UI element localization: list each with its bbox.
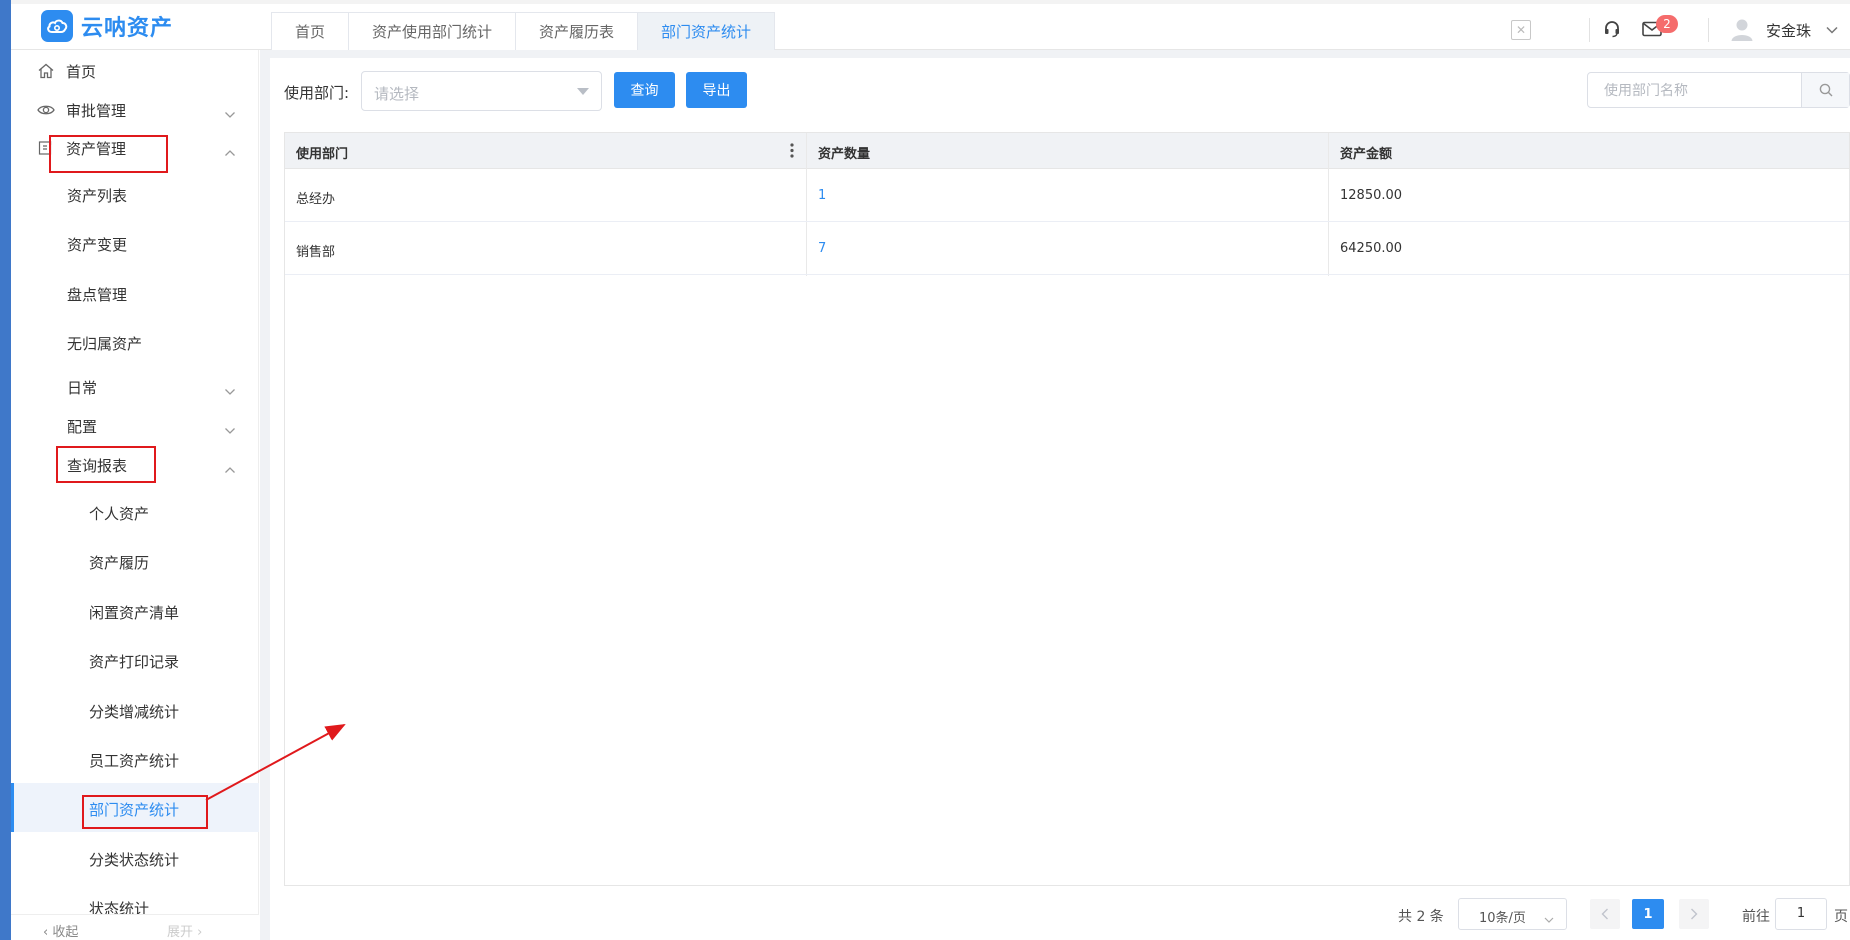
goto-label: 前往 — [1742, 909, 1770, 925]
cell-dept: 总经办 — [296, 192, 336, 207]
app-window: 云呐资产 首页 资产使用部门统计 资产履历表 部门资产统计 ✕ 2 安金珠 首页 — [0, 0, 1850, 940]
dept-filter-label: 使用部门: — [284, 84, 350, 102]
close-icon[interactable]: ✕ — [1511, 20, 1531, 40]
app-logo[interactable]: 云呐资产 — [41, 10, 173, 42]
export-button[interactable]: 导出 — [686, 72, 747, 108]
table-row: 销售部 7 64250.00 — [285, 222, 1849, 275]
chevron-down-icon — [1544, 911, 1554, 923]
expand-button[interactable]: 展开 › — [135, 915, 259, 940]
sidebar-item-print-records[interactable]: 资产打印记录 — [11, 643, 259, 679]
sidebar-item-category-change-stats[interactable]: 分类增减统计 — [11, 693, 259, 729]
sidebar-item-config[interactable]: 配置 — [11, 408, 259, 444]
eye-icon — [37, 101, 55, 119]
prev-page-button[interactable] — [1590, 899, 1620, 929]
table-header: 使用部门 资产数量 资产金额 — [285, 133, 1849, 169]
sidebar-item-asset-list[interactable]: 资产列表 — [11, 177, 259, 213]
query-button[interactable]: 查询 — [614, 72, 675, 108]
sidebar-item-personal-assets[interactable]: 个人资产 — [11, 495, 259, 531]
sidebar-item-asset-history[interactable]: 资产履历 — [11, 544, 259, 580]
sidebar-item-reports[interactable]: 查询报表 — [11, 447, 259, 483]
page-number-current[interactable]: 1 — [1632, 899, 1664, 929]
dept-search-input[interactable] — [1588, 73, 1802, 107]
tab-bar: 首页 资产使用部门统计 资产履历表 部门资产统计 — [271, 12, 776, 50]
tab-dept-asset-stats[interactable]: 部门资产统计 — [637, 12, 776, 50]
chevron-down-icon — [224, 382, 236, 395]
cell-asset-amount: 12850.00 — [1340, 188, 1403, 203]
home-icon — [37, 62, 55, 80]
page-size-select[interactable]: 10条/页 — [1458, 898, 1567, 930]
user-avatar-icon[interactable] — [1729, 16, 1755, 42]
sidebar-item-employee-asset-stats[interactable]: 员工资产统计 — [11, 742, 259, 778]
dept-search-box — [1587, 72, 1850, 108]
column-header-dept[interactable]: 使用部门 — [285, 133, 806, 169]
cell-dept: 销售部 — [296, 245, 336, 260]
cell-asset-amount: 64250.00 — [1340, 241, 1403, 256]
sidebar: 首页 审批管理 资产管理 资产列表 资产变更 盘点管理 无归属资产 日常 配置 … — [11, 50, 259, 940]
chevron-up-icon — [224, 143, 236, 156]
dept-select-placeholder: 请选择 — [374, 85, 420, 103]
collapse-button[interactable]: ‹ 收起 — [11, 915, 135, 940]
sidebar-item-approval[interactable]: 审批管理 — [11, 92, 259, 128]
chevron-down-icon — [224, 105, 236, 118]
top-header: 云呐资产 首页 资产使用部门统计 资产履历表 部门资产统计 ✕ 2 安金珠 — [11, 0, 1850, 50]
column-menu-icon[interactable] — [790, 142, 794, 159]
goto-page-suffix: 页 — [1834, 909, 1848, 925]
goto-page-input[interactable]: 1 — [1775, 898, 1827, 930]
headset-icon[interactable] — [1601, 18, 1623, 40]
cell-asset-count-link[interactable]: 1 — [807, 169, 826, 222]
sidebar-item-idle-assets[interactable]: 闲置资产清单 — [11, 594, 259, 630]
sidebar-item-inventory[interactable]: 盘点管理 — [11, 276, 259, 312]
sidebar-item-dept-asset-stats[interactable]: 部门资产统计 — [11, 783, 259, 832]
next-page-button[interactable] — [1679, 899, 1709, 929]
chevron-up-icon — [224, 460, 236, 473]
sidebar-item-asset-change[interactable]: 资产变更 — [11, 226, 259, 262]
page-size-value: 10条/页 — [1479, 911, 1526, 926]
table-row: 总经办 1 12850.00 — [285, 169, 1849, 222]
pagination-total: 共 2 条 — [1398, 909, 1444, 925]
dept-asset-table: 使用部门 资产数量 资产金额 总经办 1 12850.00 销售部 7 6425… — [284, 132, 1850, 886]
sidebar-item-asset-management[interactable]: 资产管理 — [11, 130, 259, 166]
chevron-down-icon[interactable] — [1826, 22, 1838, 38]
app-logo-text: 云呐资产 — [81, 16, 174, 41]
left-edge-strip — [0, 0, 11, 940]
column-header-asset-amount[interactable]: 资产金额 — [1329, 133, 1849, 169]
tab-home[interactable]: 首页 — [271, 12, 350, 50]
search-icon[interactable] — [1801, 73, 1849, 107]
cell-asset-count-link[interactable]: 7 — [807, 222, 826, 275]
notification-badge: 2 — [1656, 15, 1678, 33]
asset-icon — [37, 139, 55, 157]
tab-asset-dept-usage-stats[interactable]: 资产使用部门统计 — [348, 12, 517, 50]
caret-down-icon — [577, 88, 589, 95]
column-header-asset-count[interactable]: 资产数量 — [807, 133, 1328, 169]
sidebar-item-category-status-stats[interactable]: 分类状态统计 — [11, 841, 259, 877]
cloud-logo-icon — [41, 10, 73, 42]
sidebar-item-unassigned-assets[interactable]: 无归属资产 — [11, 325, 259, 361]
chevron-down-icon — [224, 421, 236, 434]
tab-asset-history[interactable]: 资产履历表 — [515, 12, 639, 50]
dept-select[interactable]: 请选择 — [361, 71, 602, 111]
sidebar-item-home[interactable]: 首页 — [11, 53, 259, 89]
sidebar-footer: ‹ 收起 展开 › — [11, 914, 259, 940]
user-name[interactable]: 安金珠 — [1766, 20, 1811, 41]
sidebar-item-daily[interactable]: 日常 — [11, 369, 259, 405]
